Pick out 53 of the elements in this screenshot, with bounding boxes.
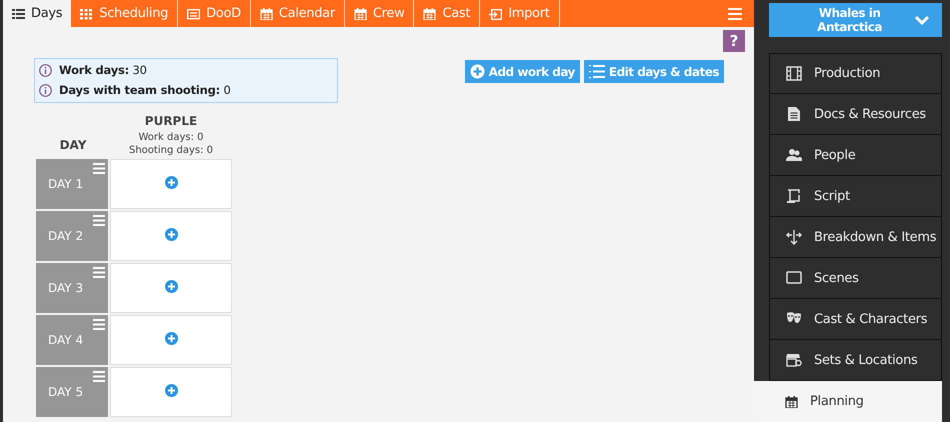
sidebar-item[interactable]: Script	[769, 176, 942, 217]
sidebar-item[interactable]: Sets & Locations	[769, 340, 942, 381]
day-text: DAY 4	[48, 333, 84, 347]
import-icon	[489, 8, 502, 20]
sidebar-item[interactable]: Docs & Resources	[769, 94, 942, 135]
menu-icon[interactable]	[93, 267, 105, 278]
calendar-icon	[785, 396, 798, 408]
numbered-list-icon	[588, 64, 605, 79]
sidebar-item[interactable]: People	[769, 135, 942, 176]
document-icon	[786, 106, 802, 122]
add-icon[interactable]	[164, 384, 178, 396]
sidebar-item[interactable]: Breakdown & Items	[769, 217, 942, 258]
info-icon	[39, 84, 52, 96]
info-text: Days with team shooting: 0	[59, 83, 231, 97]
plus-icon	[470, 64, 485, 79]
day-text: DAY 2	[48, 229, 84, 243]
team-stat: Shooting days: 0	[128, 144, 214, 157]
team-name: PURPLE	[144, 114, 198, 128]
team-stat: Work days: 0	[137, 131, 204, 144]
menu-icon[interactable]	[93, 319, 105, 330]
calendar-icon	[260, 8, 273, 20]
shop-icon	[786, 352, 802, 368]
menu-icon[interactable]	[93, 371, 105, 382]
add-icon[interactable]	[164, 332, 178, 344]
add-icon[interactable]	[164, 280, 178, 292]
help-button[interactable]: ?	[723, 30, 745, 52]
sidebar-item[interactable]: Cast & Characters	[769, 299, 942, 340]
menu-icon[interactable]	[93, 215, 105, 226]
list-icon	[12, 8, 25, 20]
menu-icon[interactable]	[93, 163, 105, 174]
card-icon	[187, 8, 200, 20]
sidebar-item[interactable]: Planning	[754, 381, 942, 422]
add-icon[interactable]	[164, 176, 178, 188]
people-icon	[786, 147, 802, 163]
screen-icon	[786, 270, 802, 286]
info-text: Work days: 30	[59, 63, 147, 77]
day-text: DAY 5	[48, 385, 84, 399]
film-icon	[786, 66, 802, 82]
sidebar-item[interactable]: Scenes	[769, 258, 942, 299]
day-text: DAY 3	[48, 281, 84, 295]
calendar-icon	[354, 8, 367, 20]
menu-icon[interactable]	[728, 8, 742, 20]
tab[interactable]: Days	[3, 0, 72, 27]
grid-icon	[80, 8, 94, 20]
column-heading: DAY	[58, 138, 88, 154]
chevron-down-icon	[914, 14, 930, 26]
sidebar-item[interactable]: Production	[769, 53, 942, 94]
day-text: DAY 1	[48, 177, 84, 191]
add-icon[interactable]	[164, 228, 178, 240]
arrows-icon	[786, 229, 802, 245]
calendar-icon	[423, 8, 436, 20]
info-icon	[39, 64, 52, 76]
scroll-icon	[786, 188, 802, 204]
